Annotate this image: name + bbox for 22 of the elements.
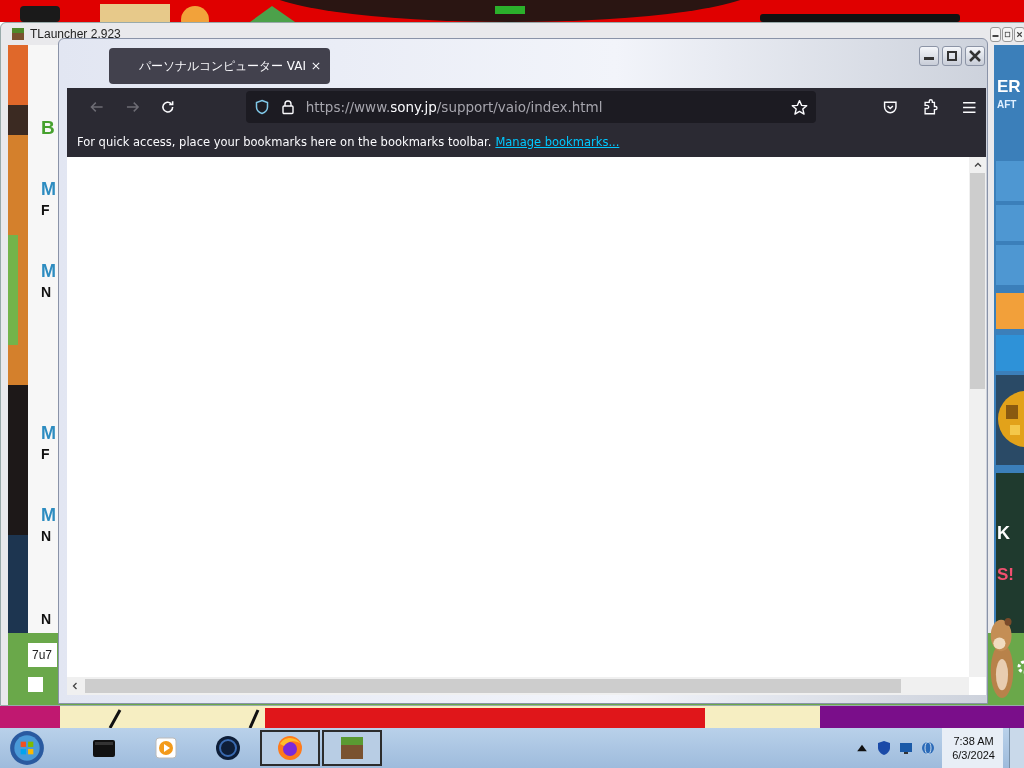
news-text: M xyxy=(41,261,56,282)
browser-tab[interactable]: パーソナルコンピューター VAI xyxy=(109,48,330,84)
manage-bookmarks-link[interactable]: Manage bookmarks... xyxy=(495,134,620,149)
news-text: N xyxy=(41,611,52,627)
clock-date[interactable]: 6/3/2024 xyxy=(952,749,995,761)
news-text: N xyxy=(41,284,52,300)
news-text: B xyxy=(41,117,55,139)
banner-text: S! xyxy=(997,565,1014,585)
username-field[interactable]: 7u7 xyxy=(28,643,57,667)
news-text: F xyxy=(41,202,50,218)
bookmarks-hint: For quick access, place your bookmarks here on the bookmarks toolbar. xyxy=(77,134,492,149)
banner-text: K xyxy=(997,523,1010,544)
news-text: F xyxy=(41,446,50,462)
banner-text: ER xyxy=(997,77,1021,97)
clock-time[interactable]: 7:38 AM xyxy=(953,735,994,747)
news-text: N xyxy=(41,528,52,544)
address-field[interactable]: https://www.sony.jp/support/vaio/index.html xyxy=(245,91,817,123)
news-text: M xyxy=(41,505,56,526)
window-title: TLauncher 2.923 xyxy=(30,27,121,41)
banner-text: AFT xyxy=(997,99,1017,110)
news-text: M xyxy=(41,423,56,444)
news-text: M xyxy=(41,179,56,200)
